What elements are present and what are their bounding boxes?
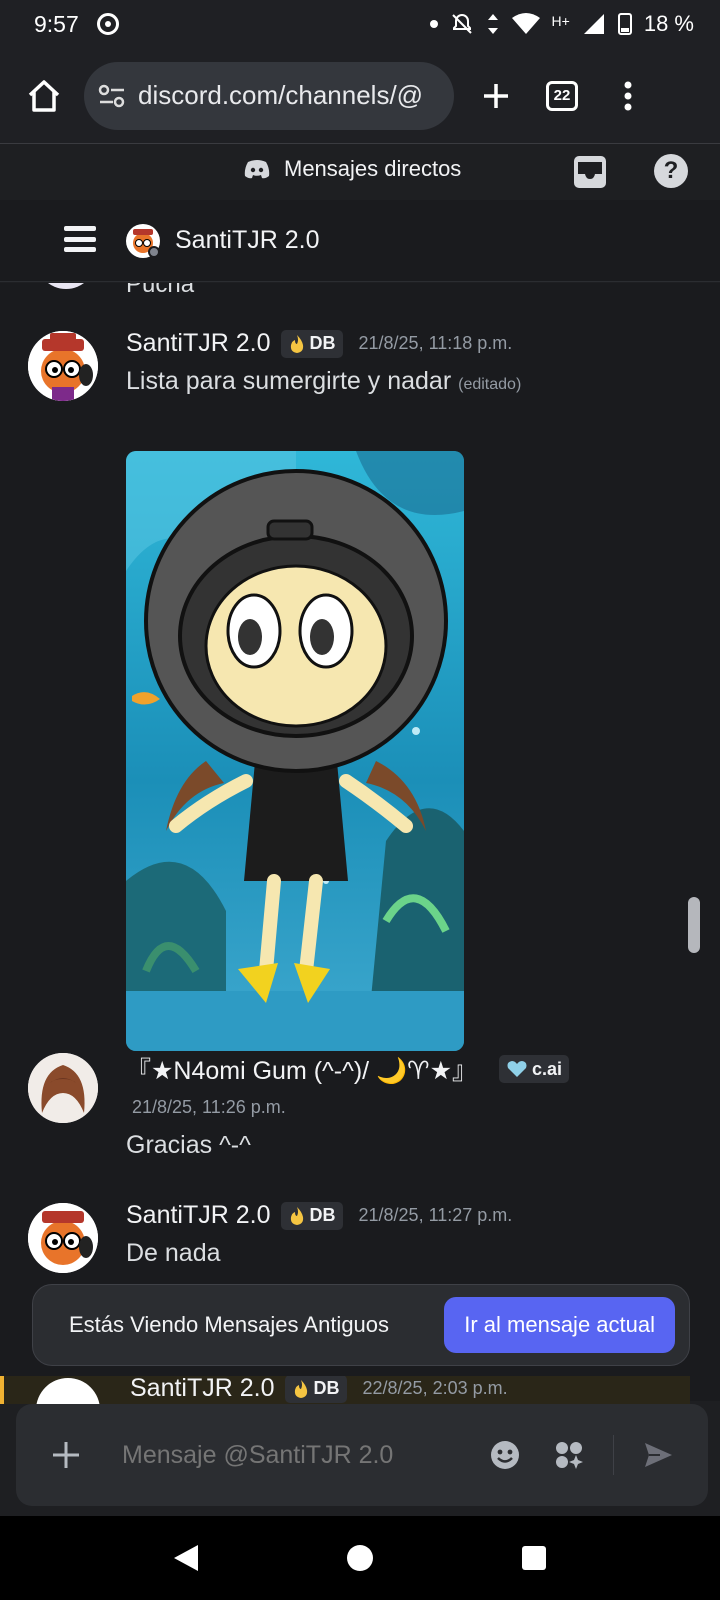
dm-title-text: Mensajes directos <box>284 156 462 181</box>
bell-muted-icon <box>451 13 472 34</box>
plus-icon <box>53 1442 79 1468</box>
message-text: Pucha <box>126 283 195 298</box>
author-name[interactable]: SantiTJR 2.0 <box>126 329 271 358</box>
message-input[interactable] <box>122 1440 461 1470</box>
timestamp: 21/8/25, 11:27 p.m. <box>358 1205 513 1225</box>
tab-count: 22 <box>546 80 578 111</box>
system-navigation-bar <box>0 1516 720 1600</box>
channel-header: SantiTJR 2.0 <box>0 200 720 282</box>
url-text: discord.com/channels/@ <box>138 80 424 110</box>
inbox-icon <box>574 156 606 188</box>
address-bar[interactable]: discord.com/channels/@ <box>84 61 454 130</box>
message-highlighted: SantiTJR 2.0 DB 22/8/25, 2:03 p.m. <box>0 1376 690 1404</box>
dm-header: Mensajes directos ? <box>0 144 720 200</box>
server-tag-label: c.ai <box>532 1058 563 1079</box>
old-messages-text: Estás Viendo Mensajes Antiguos <box>69 1312 390 1337</box>
emoji-icon <box>491 1441 519 1469</box>
send-icon <box>645 1443 672 1467</box>
attach-button[interactable] <box>46 1435 86 1475</box>
message-text: De nada <box>126 1239 221 1267</box>
battery-percent: 18 % <box>643 11 694 36</box>
edited-label: (editado) <box>458 376 522 393</box>
browser-toolbar: discord.com/channels/@ 22 <box>0 48 720 144</box>
network-type-label: H+ <box>551 13 570 29</box>
image-attachment[interactable] <box>126 451 464 1051</box>
author-name[interactable]: 『★N4omi Gum (^-^)/ 🌙♈★』 <box>126 1051 477 1087</box>
avatar[interactable] <box>28 1053 98 1123</box>
server-tag-label: DB <box>309 333 336 353</box>
server-tag-label: DB <box>309 1205 336 1225</box>
timestamp: 22/8/25, 2:03 p.m. <box>362 1378 508 1398</box>
heart-icon <box>507 1061 527 1077</box>
recents-button[interactable] <box>521 1546 546 1570</box>
help-button[interactable]: ? <box>654 154 688 188</box>
back-button[interactable] <box>174 1545 199 1571</box>
help-icon: ? <box>663 157 679 184</box>
channel-avatar <box>126 224 160 258</box>
flame-icon <box>290 1206 303 1225</box>
tab-switcher-button[interactable]: 22 <box>538 72 586 120</box>
home-icon <box>28 79 60 112</box>
send-button[interactable] <box>638 1435 678 1475</box>
channel-title[interactable]: SantiTJR 2.0 <box>175 226 320 255</box>
server-tag-label: DB <box>313 1378 340 1398</box>
server-tag[interactable]: DB <box>284 1376 347 1403</box>
flame-icon <box>290 334 303 353</box>
status-time: 9:57 <box>34 10 79 37</box>
message-text: Lista para sumergirte y nadar <box>126 367 452 395</box>
scrollbar-thumb[interactable] <box>688 897 700 953</box>
signal-icon <box>583 14 604 34</box>
home-button[interactable] <box>22 74 66 118</box>
chat-area[interactable]: Pucha SantiTJR 2.0 DB 21/8/25, 11:18 p.m… <box>0 283 720 1401</box>
flame-icon <box>294 1379 307 1398</box>
wifi-icon <box>511 13 540 34</box>
author-name[interactable]: SantiTJR 2.0 <box>130 1376 275 1403</box>
browser-menu-button[interactable] <box>604 72 652 120</box>
apps-button[interactable] <box>549 1435 589 1475</box>
timestamp: 21/8/25, 11:18 p.m. <box>358 333 513 353</box>
avatar[interactable] <box>28 1203 98 1273</box>
old-messages-banner: Estás Viendo Mensajes Antiguos Ir al men… <box>32 1284 690 1366</box>
avatar[interactable] <box>36 283 96 289</box>
discord-logo-icon <box>244 160 270 179</box>
apps-icon <box>556 1442 583 1469</box>
status-bar: 9:57 H+ 18 % <box>0 0 720 48</box>
author-name[interactable]: SantiTJR 2.0 <box>126 1201 271 1230</box>
notification-dot-icon <box>429 20 438 28</box>
jump-to-present-button[interactable]: Ir al mensaje actual <box>444 1297 675 1353</box>
media-notification-icon <box>96 13 119 35</box>
new-tab-button[interactable] <box>472 72 520 120</box>
server-tag[interactable]: DB <box>280 329 343 358</box>
home-nav-button[interactable] <box>346 1545 373 1571</box>
menu-button[interactable] <box>64 226 96 252</box>
timestamp: 21/8/25, 11:26 p.m. <box>132 1097 286 1117</box>
server-tag[interactable]: DB <box>280 1201 343 1230</box>
more-vertical-icon <box>624 81 632 110</box>
message-text: Gracias ^-^ <box>126 1131 251 1159</box>
divider <box>613 1435 614 1475</box>
plus-icon <box>484 83 508 108</box>
battery-icon <box>617 13 632 35</box>
avatar[interactable] <box>36 1378 100 1404</box>
server-tag[interactable]: c.ai <box>499 1055 570 1083</box>
avatar[interactable] <box>28 331 98 401</box>
vibrate-arrows-icon <box>487 14 498 34</box>
site-settings-icon[interactable] <box>98 84 126 108</box>
inbox-button[interactable] <box>572 154 608 190</box>
dm-title[interactable]: Mensajes directos <box>244 156 461 182</box>
emoji-button[interactable] <box>485 1435 525 1475</box>
message-composer <box>16 1404 708 1506</box>
